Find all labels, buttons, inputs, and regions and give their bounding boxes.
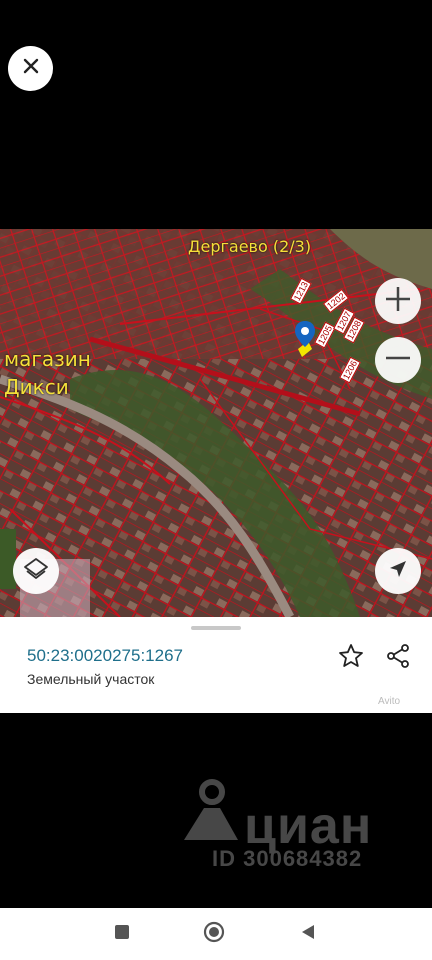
share-icon [385, 643, 411, 674]
zoom-out-button[interactable] [375, 337, 421, 383]
home-button[interactable] [200, 920, 228, 948]
watermark-brand: циан [244, 797, 373, 855]
layers-button[interactable] [13, 548, 59, 594]
close-icon [21, 56, 41, 81]
object-type-label: Земельный участок [27, 671, 155, 687]
cadastral-map[interactable]: Дергаево (2/3) магазин Дикси 1213 1202 1… [0, 229, 432, 617]
favorite-button[interactable] [336, 643, 366, 673]
selected-parcel-marker[interactable] [292, 319, 318, 359]
close-button[interactable] [8, 46, 53, 91]
square-icon [114, 924, 130, 945]
share-button[interactable] [383, 643, 413, 673]
star-icon [338, 643, 364, 674]
map-label-village: Дергаево (2/3) [188, 237, 312, 256]
pin-logo-icon [184, 779, 238, 840]
recent-apps-button[interactable] [108, 920, 136, 948]
back-button[interactable] [294, 920, 322, 948]
cian-watermark: циан ID 300684382 [180, 778, 410, 878]
navigation-arrow-icon [387, 558, 409, 585]
zoom-in-button[interactable] [375, 278, 421, 324]
sheet-drag-handle[interactable] [191, 626, 241, 630]
cadastral-number[interactable]: 50:23:0020275:1267 [27, 646, 183, 666]
avito-watermark: Avito [378, 696, 401, 707]
system-navigation-bar [0, 908, 432, 960]
map-imagery [0, 229, 432, 617]
my-location-button[interactable] [375, 548, 421, 594]
map-label-shop: магазин Дикси [4, 347, 91, 399]
triangle-back-icon [299, 923, 317, 946]
circle-icon [203, 921, 225, 948]
watermark-listing-id: ID 300684382 [212, 846, 363, 871]
minus-icon [384, 344, 412, 377]
layers-icon [23, 556, 49, 587]
plus-icon [384, 285, 412, 318]
